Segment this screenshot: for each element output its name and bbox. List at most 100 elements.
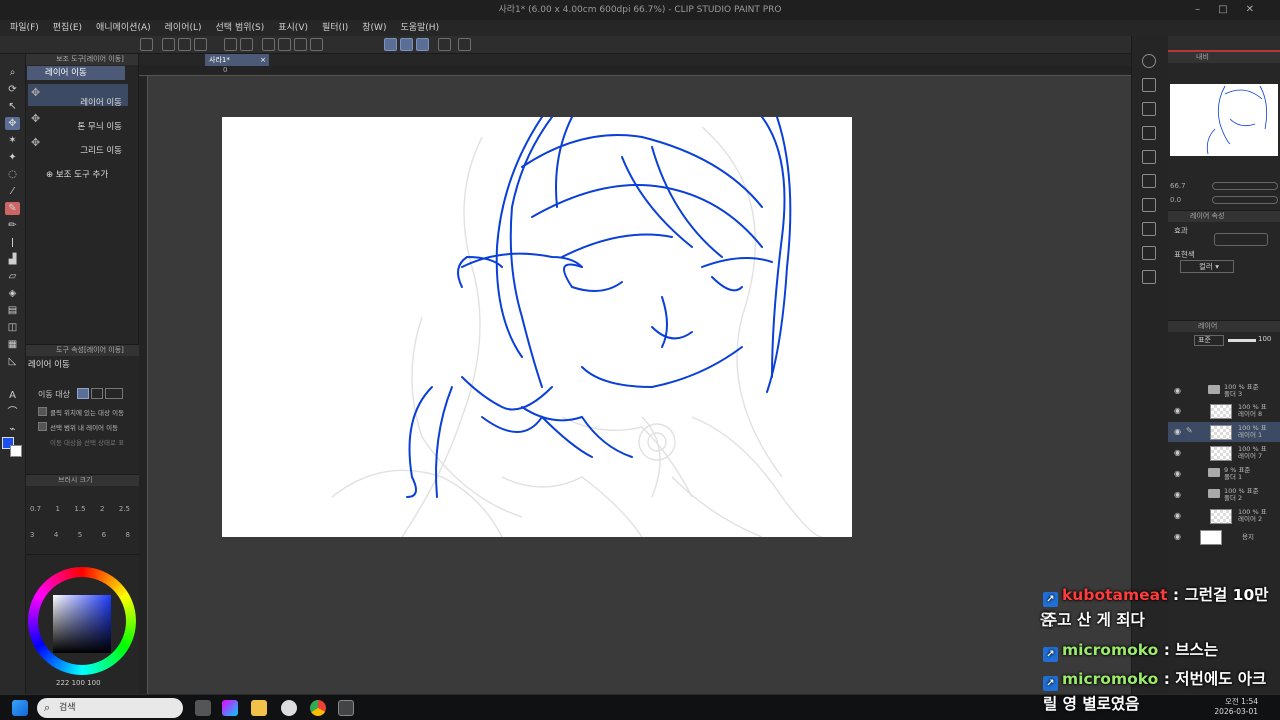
blend-mode-select[interactable]: 표준	[1194, 335, 1224, 346]
visibility-eye-icon[interactable]: ◉	[1174, 387, 1181, 395]
brush-size-value[interactable]: 1	[56, 505, 60, 513]
pencil-icon[interactable]: ✏	[5, 219, 20, 232]
search-icon[interactable]	[1142, 54, 1156, 68]
visibility-eye-icon[interactable]: ◉	[1174, 491, 1181, 499]
quick-access-icon[interactable]	[1142, 222, 1156, 236]
layer-row-folder-1[interactable]: ◉ 9 % 표준 폴더 1	[1168, 464, 1280, 484]
brush-size-value[interactable]: 6	[102, 531, 106, 539]
option1-checkbox[interactable]	[38, 407, 47, 416]
move-target-layer-icon[interactable]	[77, 388, 89, 399]
sub-color-swatch[interactable]	[10, 445, 22, 457]
windows-start-icon[interactable]	[12, 700, 28, 716]
layer-row-layer-1[interactable]: ◉ ✎ 100 % 표 레이어 1	[1168, 422, 1280, 442]
menu-filter[interactable]: 필터(I)	[322, 20, 348, 36]
effect-buttons[interactable]	[1214, 233, 1268, 246]
move-target-tone-icon[interactable]	[91, 388, 103, 399]
text-icon[interactable]: A	[5, 389, 20, 402]
visibility-eye-icon[interactable]: ◉	[1174, 533, 1181, 541]
layer-row-layer-2[interactable]: ◉ 100 % 표 레이어 2	[1168, 506, 1280, 526]
layer-row-layer-8[interactable]: ◉ 100 % 표 레이어 8	[1168, 401, 1280, 421]
auto-action-icon[interactable]	[1142, 198, 1156, 212]
snap-ruler-icon[interactable]	[384, 38, 397, 51]
deselect-icon[interactable]	[262, 38, 275, 51]
fill-icon[interactable]	[294, 38, 307, 51]
eraser-icon[interactable]: ▱	[5, 270, 20, 283]
selection-icon[interactable]: ✦	[5, 151, 20, 164]
subtool-group-tab[interactable]: 레이어 이동	[27, 66, 125, 80]
visibility-eye-icon[interactable]: ◉	[1174, 449, 1181, 457]
move-target-grid-icon[interactable]	[105, 388, 123, 399]
open-file-icon[interactable]	[178, 38, 191, 51]
brush-size-value[interactable]: 4	[54, 531, 58, 539]
zoom-buttons[interactable]	[1212, 182, 1278, 190]
lasso-icon[interactable]: ◌	[5, 168, 20, 181]
balloon-icon[interactable]: ⌒	[5, 406, 20, 419]
eyedropper-icon[interactable]: ⁄	[5, 185, 20, 198]
brush-size-value[interactable]: 2.5	[119, 505, 130, 513]
rotate-icon[interactable]: ⟳	[5, 83, 20, 96]
brush-size-value[interactable]: 5	[78, 531, 82, 539]
item-bank-icon[interactable]	[1142, 174, 1156, 188]
snap-grid-icon[interactable]	[416, 38, 429, 51]
layer-row-folder-3[interactable]: ◉ 100 % 표준 폴더 3	[1168, 381, 1280, 401]
menu-file[interactable]: 파일(F)	[10, 20, 39, 36]
drawing-paper[interactable]	[222, 117, 852, 537]
copilot-icon[interactable]	[222, 700, 238, 716]
file-explorer-icon[interactable]	[251, 700, 267, 716]
document-tab[interactable]: 사라1* ×	[205, 54, 269, 66]
menu-help[interactable]: 도움말(H)	[400, 20, 439, 36]
visibility-eye-icon[interactable]: ◉	[1174, 407, 1181, 415]
subtool-item-move-layer[interactable]: ✥ 레이어 이동	[28, 84, 128, 108]
snap-special-ruler-icon[interactable]	[400, 38, 413, 51]
menu-animation[interactable]: 애니메이션(A)	[96, 20, 151, 36]
clip-studio-icon[interactable]	[281, 700, 297, 716]
chrome-icon[interactable]	[310, 700, 326, 716]
help-icon[interactable]	[458, 38, 471, 51]
brush-size-value[interactable]: 0.7	[30, 505, 41, 513]
object-icon[interactable]: ↖	[5, 100, 20, 113]
animation-cels-icon[interactable]	[1142, 270, 1156, 284]
material-icon[interactable]	[1142, 102, 1156, 116]
visibility-eye-icon[interactable]: ◉	[1174, 470, 1181, 478]
visibility-eye-icon[interactable]: ◉	[1174, 428, 1181, 436]
clear-icon[interactable]	[278, 38, 291, 51]
clip-studio-paint-icon[interactable]	[338, 700, 354, 716]
pen-icon[interactable]: ✎	[5, 202, 20, 215]
home-icon[interactable]	[140, 38, 153, 51]
figure-icon[interactable]: ◫	[5, 321, 20, 334]
correct-line-icon[interactable]: ⌁	[5, 423, 20, 436]
menu-layer[interactable]: 레이어(L)	[165, 20, 202, 36]
undo-icon[interactable]	[224, 38, 237, 51]
airbrush-icon[interactable]: ▟	[5, 253, 20, 266]
task-view-icon[interactable]	[195, 700, 211, 716]
redo-icon[interactable]	[240, 38, 253, 51]
settings-icon[interactable]	[438, 38, 451, 51]
zoom-icon[interactable]: ⌕	[5, 66, 20, 79]
menu-window[interactable]: 창(W)	[362, 20, 386, 36]
subtool-item-tone-move[interactable]: ✥ 톤 무늬 이동	[28, 110, 128, 132]
layer-row-folder-2[interactable]: ◉ 100 % 표준 폴더 2	[1168, 485, 1280, 505]
menu-view[interactable]: 표시(V)	[278, 20, 308, 36]
ruler-icon[interactable]: ◺	[5, 355, 20, 368]
taskbar-clock[interactable]: 오전 1:54 2026-03-01	[1214, 697, 1258, 717]
layer-search-icon[interactable]	[1142, 78, 1156, 92]
history-icon[interactable]	[1142, 150, 1156, 164]
transform-icon[interactable]	[310, 38, 323, 51]
add-subtool-button[interactable]: ⊕ 보조 도구 추가	[46, 168, 108, 180]
saturation-value-square[interactable]	[53, 595, 111, 653]
brush-size-value[interactable]: 3	[30, 531, 34, 539]
tab-close-icon[interactable]: ×	[260, 54, 266, 66]
magic-wand-icon[interactable]: ✶	[5, 134, 20, 147]
taskbar-search-box[interactable]: ⌕ 검색	[37, 698, 183, 718]
angle-value[interactable]: 0.0	[1170, 196, 1181, 204]
expression-color-select[interactable]: 컬러 ▾	[1180, 260, 1234, 273]
save-icon[interactable]	[194, 38, 207, 51]
subtool-item-grid-move[interactable]: ✥ 그리드 이동	[28, 134, 128, 156]
brush-size-value[interactable]: 8	[126, 531, 130, 539]
navigator-preview[interactable]	[1170, 84, 1278, 156]
fill-bucket-icon[interactable]: ◈	[5, 287, 20, 300]
window-controls[interactable]: –□✕	[1195, 0, 1272, 20]
zoom-value[interactable]: 66.7	[1170, 182, 1186, 190]
layer-row-paper[interactable]: ◉ 용지	[1168, 527, 1280, 547]
brush-size-value[interactable]: 2	[100, 505, 104, 513]
